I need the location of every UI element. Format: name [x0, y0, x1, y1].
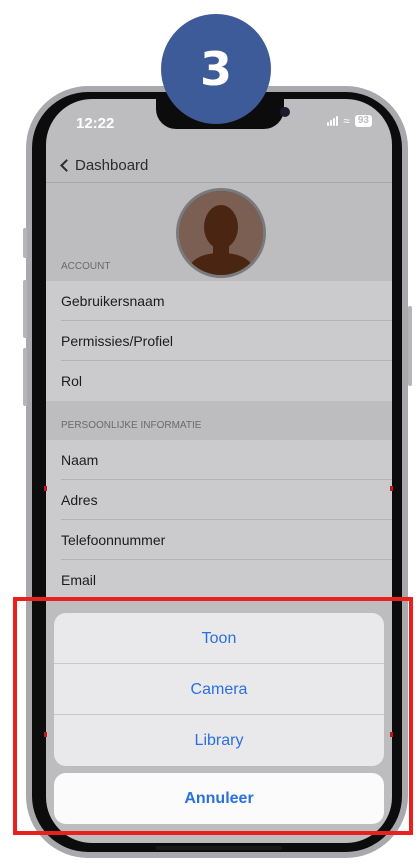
step-number-badge: 3 [161, 14, 271, 124]
cellular-signal-icon [327, 116, 339, 126]
list-item-label: Rol [61, 373, 83, 389]
list-item[interactable]: Gebruikersnaam [46, 281, 392, 321]
list-item-label: Email [61, 572, 97, 588]
highlight-box [13, 597, 413, 835]
front-camera-icon [280, 107, 290, 117]
navigation-bar: Dashboard [46, 149, 392, 183]
person-silhouette-icon [179, 191, 263, 275]
battery-icon: 93 [354, 115, 372, 127]
status-indicators: ≈ 93 [327, 115, 372, 127]
status-time: 12:22 [76, 115, 115, 132]
avatar[interactable] [176, 188, 266, 278]
list-item-label: Adres [61, 492, 98, 508]
list-item-label: Permissies/Profiel [61, 333, 174, 349]
section-header-personal: PERSOONLIJKE INFORMATIE [61, 420, 202, 431]
list-item[interactable]: Email [46, 560, 392, 600]
marker [44, 486, 47, 491]
wifi-icon: ≈ [343, 114, 350, 128]
home-indicator[interactable] [156, 846, 282, 850]
phone-volume-up-button [23, 280, 27, 338]
phone-side-button [23, 228, 27, 258]
list-item[interactable]: Permissies/Profiel [46, 321, 392, 361]
list-item[interactable]: Adres [46, 480, 392, 520]
marker [390, 486, 393, 491]
chevron-left-icon[interactable] [60, 159, 73, 172]
list-item-label: Telefoonnummer [61, 532, 166, 548]
list-item[interactable]: Telefoonnummer [46, 520, 392, 560]
back-button[interactable]: Dashboard [75, 157, 148, 174]
list-item-label: Naam [61, 452, 99, 468]
list-item[interactable]: Naam [46, 440, 392, 480]
list-item[interactable]: Rol [46, 361, 392, 401]
phone-power-button [408, 306, 412, 386]
list-item-label: Gebruikersnaam [61, 293, 165, 309]
phone-volume-down-button [23, 348, 27, 406]
